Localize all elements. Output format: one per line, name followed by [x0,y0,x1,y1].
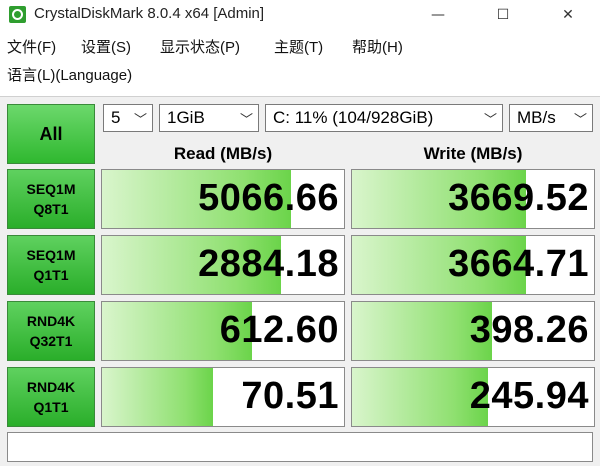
read-value: 5066.66 [198,177,339,219]
read-result: 2884.18 [101,235,345,295]
unit-select-value: MB/s [517,108,556,127]
all-button[interactable]: All [7,104,95,164]
close-button[interactable]: ✕ [545,0,591,30]
menu-settings[interactable]: 设置(S) [81,36,131,57]
chevron-down-icon: ﹀ [133,112,147,127]
write-value: 3664.71 [448,243,589,285]
test-label-line2: Q32T1 [29,333,73,349]
app-icon [9,6,26,23]
read-result: 5066.66 [101,169,345,229]
comment-field[interactable] [7,432,593,462]
test-label-line2: Q1T1 [33,399,69,415]
menu-bar: 文件(F) 设置(S) 显示状态(P) 主题(T) 帮助(H) [0,36,600,62]
read-value: 612.60 [219,309,339,351]
test-label-line2: Q1T1 [33,267,69,283]
chevron-down-icon: ﹀ [573,112,587,127]
test-label-line2: Q8T1 [33,201,69,217]
minimize-button[interactable]: — [415,0,461,30]
write-value: 245.94 [469,375,589,417]
test-button-seq1m-q1t1[interactable]: SEQ1M Q1T1 [7,235,95,295]
menu-file[interactable]: 文件(F) [7,36,56,57]
write-result: 245.94 [351,367,595,427]
test-label-line1: SEQ1M [26,181,76,197]
title-bar: CrystalDiskMark 8.0.4 x64 [Admin] — ☐ ✕ [0,0,600,30]
menu-language[interactable]: 语言(L)(Language) [7,64,132,85]
read-result: 70.51 [101,367,345,427]
test-label-line1: RND4K [26,379,76,395]
count-select-value: 5 [111,108,121,127]
test-label-line1: RND4K [26,313,76,329]
menu-theme[interactable]: 主题(T) [274,36,323,57]
unit-select[interactable]: MB/s ﹀ [509,104,593,132]
maximize-button[interactable]: ☐ [480,0,526,30]
read-value: 2884.18 [198,243,339,285]
chevron-down-icon: ﹀ [483,112,497,127]
read-value: 70.51 [241,375,339,417]
window-title: CrystalDiskMark 8.0.4 x64 [Admin] [34,5,265,22]
menu-bar-language: 语言(L)(Language) [0,64,600,90]
read-result: 612.60 [101,301,345,361]
drive-select[interactable]: C: 11% (104/928GiB) ﹀ [265,104,503,132]
size-select-value: 1GiB [167,108,205,127]
test-button-seq1m-q8t1[interactable]: SEQ1M Q8T1 [7,169,95,229]
read-progress-bar [102,368,214,426]
chevron-down-icon: ﹀ [239,112,253,127]
write-result: 3669.52 [351,169,595,229]
write-result: 398.26 [351,301,595,361]
test-button-rnd4k-q1t1[interactable]: RND4K Q1T1 [7,367,95,427]
read-header: Read (MB/s) [173,144,273,163]
write-progress-bar [352,368,488,426]
drive-select-value: C: 11% (104/928GiB) [273,108,434,127]
test-label-line1: SEQ1M [26,247,76,263]
menu-display[interactable]: 显示状态(P) [160,36,240,57]
size-select[interactable]: 1GiB ﹀ [159,104,259,132]
menu-help[interactable]: 帮助(H) [352,36,403,57]
count-select[interactable]: 5 ﹀ [103,104,153,132]
write-header: Write (MB/s) [423,144,523,163]
test-button-rnd4k-q32t1[interactable]: RND4K Q32T1 [7,301,95,361]
write-result: 3664.71 [351,235,595,295]
write-value: 3669.52 [448,177,589,219]
write-value: 398.26 [469,309,589,351]
